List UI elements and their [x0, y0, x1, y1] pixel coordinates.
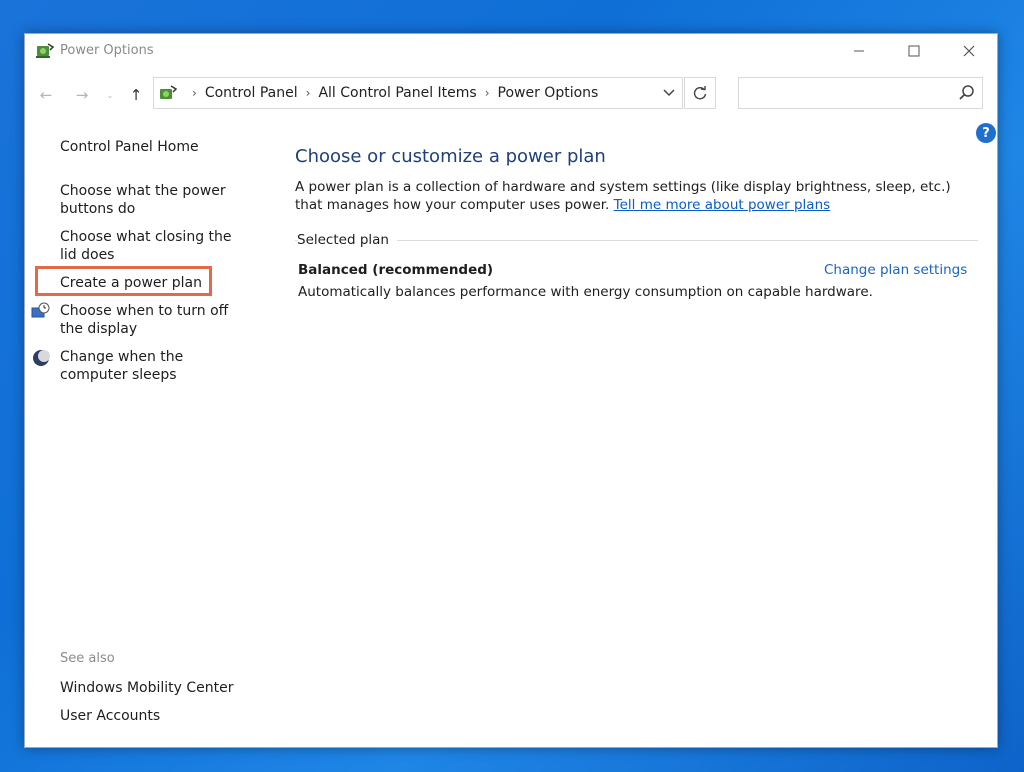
sleep-moon-icon [33, 350, 50, 366]
create-power-plan-link[interactable]: Create a power plan [60, 274, 250, 292]
control-panel-home-link[interactable]: Control Panel Home [60, 138, 250, 156]
address-bar[interactable]: › Control Panel › All Control Panel Item… [153, 77, 683, 109]
window-title: Power Options [60, 43, 154, 58]
group-divider [295, 240, 978, 241]
power-options-window: Power Options ← → ⌄ ↑ › Control Panel › … [24, 33, 998, 748]
power-options-icon [160, 85, 178, 99]
display-timer-icon [31, 302, 50, 318]
search-input[interactable] [738, 77, 983, 109]
windows-mobility-center-link[interactable]: Windows Mobility Center [60, 679, 250, 697]
recent-locations-button[interactable]: ⌄ [99, 84, 121, 106]
maximize-icon [908, 45, 920, 57]
breadcrumb-power-options[interactable]: Power Options [498, 85, 599, 101]
breadcrumb-separator: › [305, 86, 311, 100]
refresh-icon [693, 86, 707, 100]
selected-plan-label: Selected plan [297, 232, 397, 248]
refresh-button[interactable] [684, 77, 716, 109]
breadcrumb-control-panel[interactable]: Control Panel [205, 85, 298, 101]
minimize-icon [854, 50, 864, 52]
closing-lid-link[interactable]: Choose what closing the lid does [60, 228, 250, 264]
forward-arrow-icon: → [75, 86, 89, 104]
help-icon[interactable]: ? [976, 123, 996, 143]
breadcrumb: › Control Panel › All Control Panel Item… [184, 78, 598, 108]
page-description: A power plan is a collection of hardware… [295, 178, 975, 214]
chevron-down-icon [663, 89, 675, 97]
close-icon [963, 45, 975, 57]
chevron-down-icon: ⌄ [106, 90, 114, 100]
power-options-app-icon [36, 43, 55, 58]
title-bar[interactable]: Power Options [25, 34, 997, 68]
back-arrow-icon: ← [39, 86, 53, 104]
change-plan-settings-link[interactable]: Change plan settings [824, 262, 967, 278]
power-buttons-link[interactable]: Choose what the power buttons do [60, 182, 250, 218]
up-arrow-icon: ↑ [129, 86, 143, 104]
breadcrumb-all-control-panel-items[interactable]: All Control Panel Items [318, 85, 476, 101]
tell-me-more-link[interactable]: Tell me more about power plans [614, 197, 831, 213]
address-dropdown-button[interactable] [656, 78, 682, 108]
forward-button[interactable]: → [71, 84, 93, 106]
minimize-button[interactable] [836, 34, 882, 68]
computer-sleeps-link[interactable]: Change when the computer sleeps [60, 348, 250, 384]
up-button[interactable]: ↑ [125, 84, 147, 106]
close-button[interactable] [946, 34, 992, 68]
search-icon [959, 85, 974, 100]
back-button[interactable]: ← [35, 84, 57, 106]
maximize-button[interactable] [891, 34, 937, 68]
turn-off-display-link[interactable]: Choose when to turn off the display [60, 302, 250, 338]
plan-description: Automatically balances performance with … [298, 284, 873, 300]
plan-name: Balanced (recommended) [298, 262, 494, 278]
see-also-label: See also [60, 651, 115, 666]
breadcrumb-separator: › [484, 86, 490, 100]
user-accounts-link[interactable]: User Accounts [60, 707, 250, 725]
breadcrumb-separator: › [192, 86, 197, 100]
page-title: Choose or customize a power plan [295, 146, 606, 167]
